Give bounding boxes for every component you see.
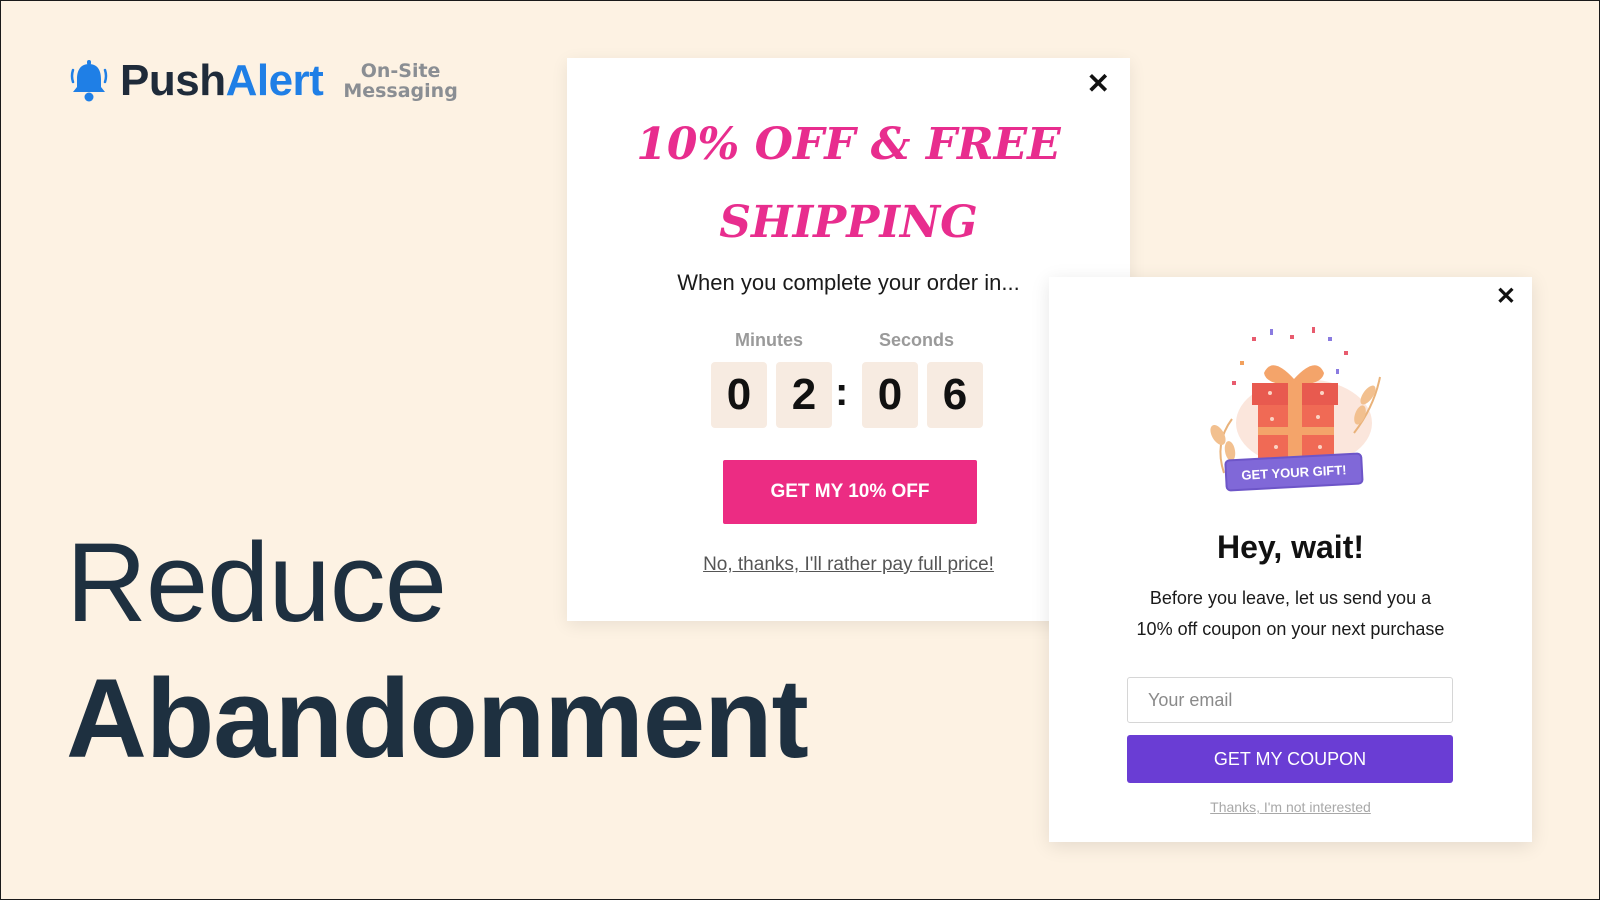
- timer-digit-seconds-ones: 6: [927, 362, 983, 428]
- timer-digit-minutes-tens: 0: [711, 362, 767, 428]
- headline-reduce: Reduce: [66, 520, 447, 645]
- brand-name-alert: Alert: [225, 56, 324, 105]
- get-discount-button[interactable]: GET MY 10% OFF: [723, 460, 977, 524]
- exit-popup-title: Hey, wait!: [1217, 529, 1364, 565]
- countdown-popup-title-line2: SHIPPING: [719, 197, 978, 248]
- gift-illustration: GET YOUR GIFT!: [1210, 327, 1381, 492]
- timer-digit-minutes-ones: 2: [776, 362, 832, 428]
- exit-popup-body-line2: 10% off coupon on your next purchase: [1136, 619, 1445, 639]
- brand-name-push: Push: [120, 56, 226, 105]
- timer-digit-seconds-tens: 0: [862, 362, 918, 428]
- decline-discount-link[interactable]: No, thanks, I'll rather pay full price!: [567, 554, 1130, 576]
- email-field[interactable]: [1127, 677, 1453, 723]
- timer-seconds-label: Seconds: [879, 330, 955, 350]
- get-coupon-button[interactable]: GET MY COUPON: [1127, 735, 1453, 783]
- countdown-popup-title: 10% OFF & FREE SHIPPING: [567, 106, 1130, 262]
- bell-icon: [70, 60, 108, 102]
- exit-popup-close-button[interactable]: ✕: [1496, 285, 1516, 309]
- brand-tagline: On-Site Messaging: [343, 61, 457, 101]
- timer-separator: :: [835, 370, 849, 414]
- timer-minutes-label: Minutes: [735, 330, 804, 350]
- exit-popup-body-line1: Before you leave, let us send you a: [1149, 588, 1432, 608]
- not-interested-link[interactable]: Thanks, I'm not interested: [1049, 799, 1532, 815]
- countdown-popup-title-line1: 10% OFF & FREE: [636, 119, 1061, 170]
- countdown-popup: ✕ 10% OFF & FREE SHIPPING When you compl…: [567, 58, 1130, 621]
- countdown-popup-close-button[interactable]: ✕: [1087, 70, 1110, 98]
- exit-intent-popup: ✕ GET YOUR GIFT! Hey, wait! Before you l…: [1049, 277, 1532, 842]
- exit-popup-body: Before you leave, let us send you a 10% …: [1049, 583, 1532, 645]
- brand-tagline-line1: On-Site: [360, 60, 441, 82]
- brand-tagline-line2: Messaging: [343, 80, 458, 102]
- countdown-popup-subtitle: When you complete your order in...: [677, 270, 1020, 295]
- brand-logo: PushAlert On-Site Messaging: [68, 56, 458, 106]
- headline-abandonment: Abandonment: [66, 656, 809, 781]
- brand-name: PushAlert: [120, 56, 324, 106]
